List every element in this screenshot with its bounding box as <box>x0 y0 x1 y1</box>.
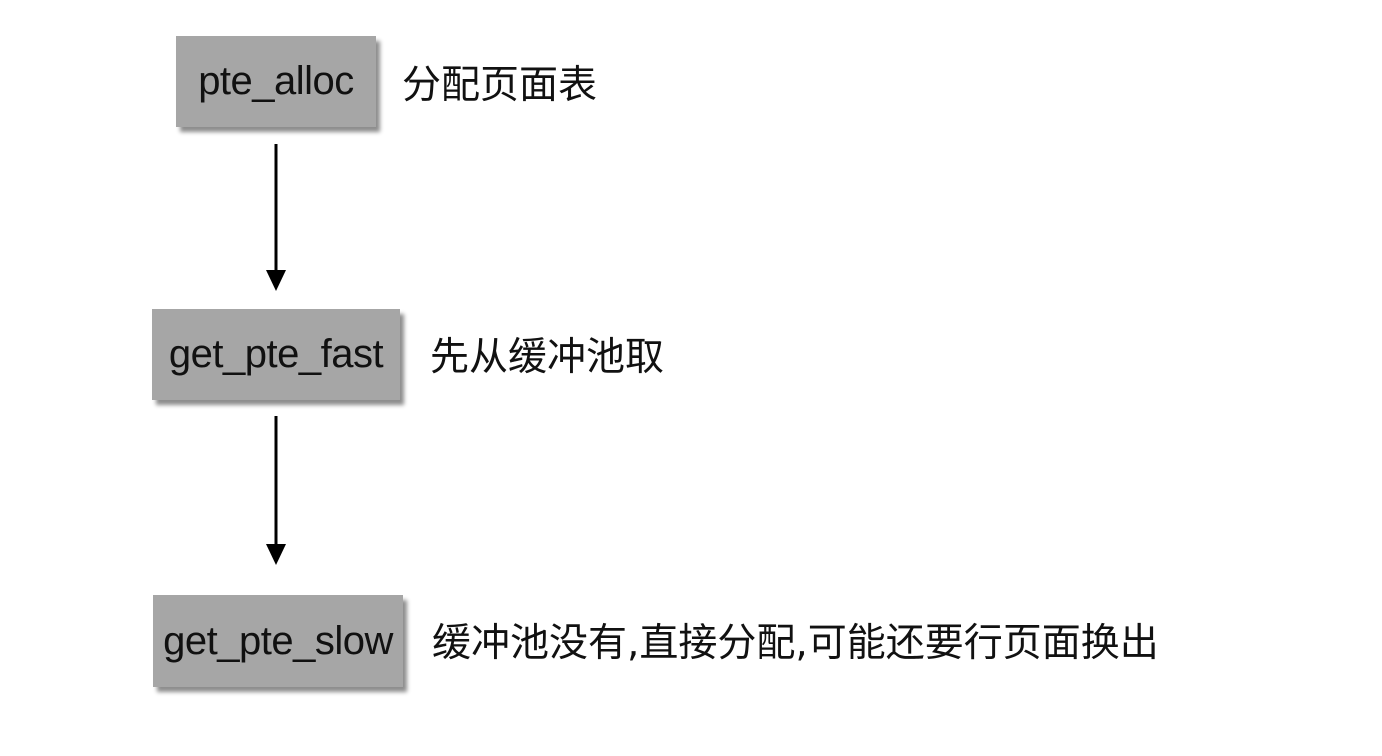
flow-arrows <box>266 144 286 565</box>
arrow-head <box>266 544 286 565</box>
arrow-head <box>266 270 286 291</box>
arrow-pte-alloc-to-get-pte-fast <box>266 144 286 291</box>
arrow-get-pte-fast-to-get-pte-slow <box>266 416 286 565</box>
